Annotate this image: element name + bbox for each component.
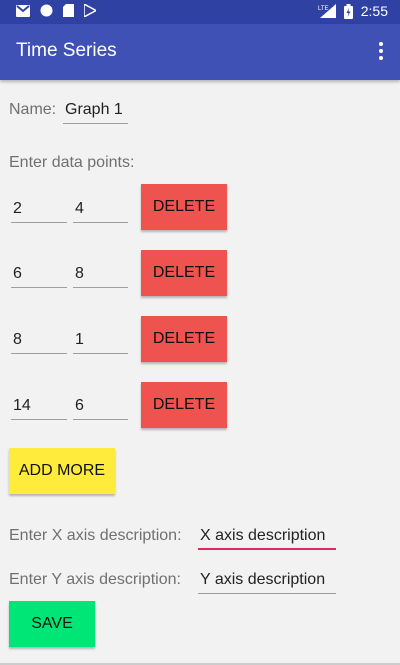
point-y-field[interactable]: 6: [73, 396, 128, 420]
sync-icon: [40, 4, 53, 17]
lte-signal-icon: LTE: [318, 4, 336, 18]
sd-card-icon: [63, 4, 74, 17]
point-y-field[interactable]: 8: [73, 264, 128, 288]
point-x-field[interactable]: 2: [11, 199, 67, 223]
delete-button[interactable]: DELETE: [141, 250, 227, 296]
name-field[interactable]: Graph 1: [63, 100, 128, 124]
app-title: Time Series: [16, 40, 117, 61]
clock: 2:55: [360, 3, 388, 19]
y-axis-field[interactable]: Y axis description: [198, 570, 336, 594]
play-store-icon: [84, 4, 96, 17]
x-axis-field[interactable]: X axis description: [198, 526, 336, 550]
delete-button[interactable]: DELETE: [141, 382, 227, 428]
status-bar: LTE 2:55: [0, 0, 400, 24]
overflow-menu-icon[interactable]: [376, 42, 386, 62]
app-bar: Time Series: [0, 24, 400, 80]
delete-button[interactable]: DELETE: [141, 316, 227, 362]
save-button[interactable]: SAVE: [9, 601, 95, 647]
svg-text:LTE: LTE: [318, 6, 329, 12]
gmail-icon: [16, 4, 30, 17]
name-label: Name:: [9, 101, 57, 118]
point-x-field[interactable]: 14: [11, 396, 67, 420]
x-axis-label: Enter X axis description:: [9, 527, 182, 544]
y-axis-label: Enter Y axis description:: [9, 571, 181, 588]
data-points-label: Enter data points:: [9, 154, 135, 171]
point-x-field[interactable]: 8: [11, 330, 67, 354]
point-y-field[interactable]: 4: [73, 199, 128, 223]
point-x-field[interactable]: 6: [11, 264, 67, 288]
delete-button[interactable]: DELETE: [141, 184, 227, 230]
point-y-field[interactable]: 1: [73, 330, 128, 354]
add-more-button[interactable]: ADD MORE: [9, 448, 115, 494]
battery-icon: [343, 3, 353, 19]
